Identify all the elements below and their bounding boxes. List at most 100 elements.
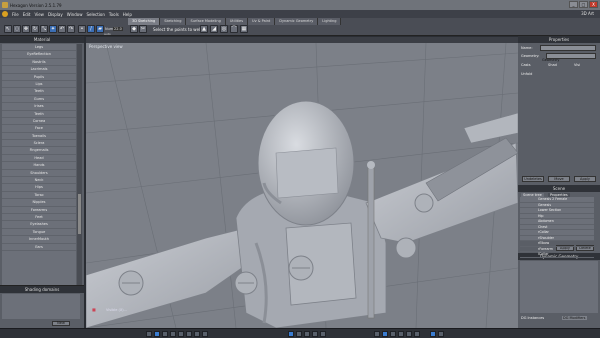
tab-utilities[interactable]: Utilities (225, 18, 249, 25)
material-item[interactable]: Pupils (2, 74, 76, 81)
cut-tool-icon[interactable]: ✂ (139, 25, 147, 33)
texture-icon[interactable] (312, 331, 318, 337)
material-item[interactable]: Shoulders (2, 170, 76, 178)
maximize-button[interactable]: □ (579, 1, 588, 8)
material-item[interactable]: InnerMouth (2, 236, 76, 244)
wireframe-icon[interactable] (288, 331, 294, 337)
name-field[interactable]: Geometry (540, 45, 596, 62)
visible-checkbox[interactable]: Visi (574, 63, 580, 67)
lasso-tool-icon[interactable]: ◌ (13, 25, 21, 33)
measure-icon[interactable] (414, 331, 420, 337)
material-item[interactable]: Forearms (2, 207, 76, 214)
menu-display[interactable]: Display (46, 12, 65, 17)
material-item[interactable]: Gums (2, 96, 76, 104)
tab-surface-modeling[interactable]: Surface Modeling (186, 18, 226, 25)
material-item[interactable]: Torso (2, 192, 76, 200)
material-item[interactable]: Teeth (2, 88, 76, 96)
smooth-tool-icon[interactable]: ◎ (220, 25, 228, 33)
material-item[interactable]: Sclera (2, 140, 76, 148)
lighting-icon[interactable] (320, 331, 326, 337)
pan-icon[interactable] (194, 331, 200, 337)
face-mode-icon[interactable]: ▰ (96, 25, 104, 33)
rotate-tool-icon[interactable]: ↻ (31, 25, 39, 33)
numeric-field[interactable]: 22.0 (113, 27, 123, 31)
menu-window[interactable]: Window (65, 12, 85, 17)
material-scrollbar[interactable] (77, 44, 82, 310)
material-list[interactable]: Legs EyeReflection Nostrils Lacrimals Pupils… (2, 44, 76, 310)
dynamic-geometry-list[interactable] (520, 261, 598, 313)
shadow-checkbox[interactable]: Shad (548, 63, 557, 67)
perspective-view-icon[interactable] (154, 331, 160, 337)
material-item[interactable]: Hands (2, 162, 76, 170)
scale-tool-icon[interactable]: ⤡ (40, 25, 48, 33)
dg-modifiers-button[interactable]: DG Modifiers (562, 316, 587, 320)
material-item[interactable]: Feet (2, 214, 76, 222)
render-icon[interactable] (430, 331, 436, 337)
material-item[interactable]: Lips (2, 81, 76, 89)
material-item[interactable]: Toenails (2, 133, 76, 141)
material-item[interactable]: Fingernails (2, 147, 76, 155)
shading-domains-list[interactable] (2, 294, 80, 319)
material-item[interactable]: Eyelashes (2, 221, 76, 229)
snap-face-icon[interactable] (398, 331, 404, 337)
screenshot-icon[interactable] (438, 331, 444, 337)
close-button[interactable]: X (589, 1, 598, 8)
undo-icon[interactable]: ↶ (58, 25, 66, 33)
material-item[interactable]: Nipples (2, 199, 76, 207)
material-item[interactable]: Hips (2, 184, 76, 192)
snap-edge-icon[interactable] (390, 331, 396, 337)
material-item[interactable]: Irises (2, 103, 76, 111)
flat-shade-icon[interactable] (304, 331, 310, 337)
scene-tree-item[interactable]: lCollar (520, 252, 594, 258)
extrude-tool-icon[interactable]: ▲ (200, 25, 208, 33)
camera-icon[interactable] (146, 331, 152, 337)
scene-tree-list[interactable]: Genesis 2 Female Genesis Lower Section Hip A… (520, 197, 594, 258)
material-item[interactable]: EyeReflection (2, 51, 76, 59)
material-item[interactable]: Ears (2, 244, 76, 251)
move-tool-icon[interactable]: ✥ (22, 25, 30, 33)
tab-sketching[interactable]: Sketching (160, 18, 187, 25)
material-item[interactable]: Legs (2, 44, 76, 52)
material-item[interactable]: Teeth (2, 111, 76, 118)
menu-tools[interactable]: Tools (107, 12, 121, 17)
material-item[interactable]: Nostrils (2, 59, 76, 67)
bridge-tool-icon[interactable]: ⌒ (230, 25, 238, 33)
weld-tool-icon[interactable]: ◆ (130, 25, 138, 33)
zoom-icon[interactable] (186, 331, 192, 337)
top-view-icon[interactable] (178, 331, 184, 337)
material-item[interactable]: Neck (2, 177, 76, 185)
geometry-field[interactable] (546, 53, 596, 59)
new-shading-domain-button[interactable]: New (52, 321, 70, 326)
menu-help[interactable]: Help (121, 12, 134, 17)
unfold-checkbox[interactable]: Unfold (521, 72, 532, 76)
smooth-shade-icon[interactable] (296, 331, 302, 337)
symmetry-icon[interactable] (406, 331, 412, 337)
menu-edit[interactable]: Edit (21, 12, 33, 17)
apply-button[interactable]: Apply (574, 176, 596, 182)
snap-point-icon[interactable] (382, 331, 388, 337)
menu-view[interactable]: View (32, 12, 46, 17)
universal-manipulator-icon[interactable]: ✦ (49, 25, 57, 33)
minimize-button[interactable]: _ (569, 1, 578, 8)
tab-uv-paint[interactable]: Uv & Paint (248, 18, 276, 25)
tab-3d-sketching[interactable]: 3D Sketching (128, 18, 161, 25)
front-view-icon[interactable] (162, 331, 168, 337)
tab-dynamic-geometry[interactable]: Dynamic Geometry (275, 18, 319, 25)
point-mode-icon[interactable]: • (78, 25, 86, 33)
casts-checkbox[interactable]: Casts (521, 63, 531, 67)
menu-selection[interactable]: Selection (84, 12, 106, 17)
snap-grid-icon[interactable] (374, 331, 380, 337)
bevel-tool-icon[interactable]: ◢ (210, 25, 218, 33)
edge-mode-icon[interactable]: / (87, 25, 95, 33)
select-tool-icon[interactable]: ↖ (4, 25, 12, 33)
material-item[interactable]: Head (2, 155, 76, 163)
tessellate-tool-icon[interactable]: ▦ (240, 25, 248, 33)
redo-icon[interactable]: ↷ (67, 25, 75, 33)
move-button[interactable]: Move (548, 176, 570, 182)
material-item[interactable]: Lacrimals (2, 66, 76, 74)
orbit-icon[interactable] (202, 331, 208, 337)
3d-viewport[interactable]: ■ Visible (X)... (86, 43, 518, 328)
material-item[interactable]: Cornea (2, 118, 76, 126)
menu-file[interactable]: File (10, 12, 21, 17)
undeletes-button[interactable]: Undeletes (522, 176, 544, 182)
